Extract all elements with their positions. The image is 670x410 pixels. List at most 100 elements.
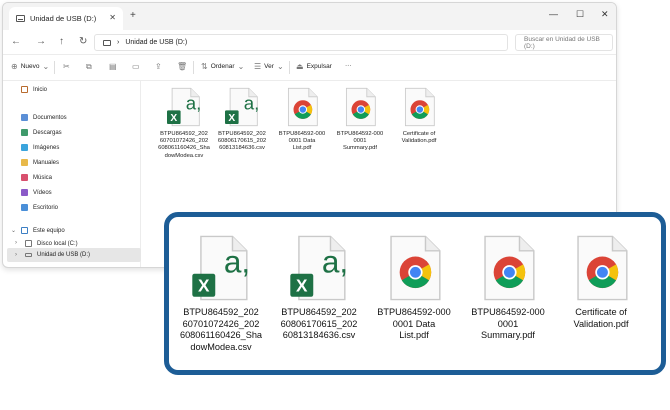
file-item[interactable]: Certificate of Validation.pdf xyxy=(388,87,450,145)
file-name-line: 60701072426_202 xyxy=(159,138,209,145)
file-item[interactable]: a, X BTPU864592_202 60701072426_202 60806116… xyxy=(153,87,215,160)
sidebar-item-label: Música xyxy=(33,174,53,181)
sidebar-item-home[interactable]: Inicio xyxy=(21,86,47,93)
plus-circle-icon: ⊕ xyxy=(11,62,18,71)
share-button[interactable]: ⇪ xyxy=(155,62,162,71)
paste-button[interactable]: ▤ xyxy=(109,62,117,71)
rename-button[interactable]: ▭ xyxy=(132,62,140,71)
sidebar-item-label: Imágenes xyxy=(33,144,60,151)
file-name-line: BTPU864592-000 xyxy=(336,131,384,137)
sidebar-item-documents[interactable]: Documentos xyxy=(21,114,67,121)
file-item[interactable]: a, X BTPU864592_202 60806170615_202 60813184… xyxy=(269,235,369,342)
file-name-line: List.pdf xyxy=(399,330,429,340)
chrome-pdf-icon xyxy=(402,87,436,127)
copy-button[interactable]: ⧉ xyxy=(86,62,92,72)
path-field[interactable]: › Unidad de USB (D:) xyxy=(94,34,508,51)
file-name-line: BTPU864592_202 xyxy=(183,307,259,317)
sidebar-item-this-pc[interactable]: Este equipo xyxy=(21,227,65,234)
view-button[interactable]: ☰ Ver ⌄ xyxy=(254,62,284,71)
drive-icon xyxy=(16,15,25,22)
new-button[interactable]: ⊕ Nuevo ⌄ xyxy=(11,62,49,71)
computer-icon xyxy=(21,227,28,234)
chevron-right-icon[interactable]: › xyxy=(15,240,17,246)
drive-icon xyxy=(25,240,32,247)
file-item[interactable]: BTPU864592-000 0001 Summary.pdf xyxy=(329,87,391,153)
svg-text:a,: a, xyxy=(186,93,201,114)
chrome-pdf-icon xyxy=(571,235,631,301)
maximize-button[interactable]: ☐ xyxy=(576,9,584,20)
more-button[interactable]: ··· xyxy=(345,62,352,69)
close-tab-icon[interactable]: ✕ xyxy=(109,13,116,22)
toolbar-divider xyxy=(289,61,290,74)
navigation-pane: Inicio Documentos Descargas Imágenes Man… xyxy=(3,81,141,267)
file-name-line: List.pdf xyxy=(292,145,312,152)
tab-strip: Unidad de USB (D:) ✕ + — ☐ ✕ xyxy=(3,3,616,30)
sidebar-item-label: Documentos xyxy=(33,114,67,121)
delete-button[interactable]: 🗑 xyxy=(177,62,187,71)
file-name-line: 0001 xyxy=(353,138,367,145)
minimize-button[interactable]: — xyxy=(549,9,558,19)
music-icon xyxy=(21,174,28,181)
rename-icon: ▭ xyxy=(132,62,140,71)
tab-title: Unidad de USB (D:) xyxy=(30,14,97,23)
file-name-line: Certificate of xyxy=(575,307,627,317)
videos-icon xyxy=(21,189,28,196)
file-item[interactable]: a, X BTPU864592_202 60806170615_202 60813184… xyxy=(211,87,273,153)
path-text: Unidad de USB (D:) xyxy=(125,39,188,46)
sidebar-item-music[interactable]: Música xyxy=(21,174,52,181)
chrome-pdf-icon xyxy=(384,235,444,301)
window-close-button[interactable]: ✕ xyxy=(601,9,609,20)
chevron-down-icon[interactable]: ⌄ xyxy=(11,227,16,234)
sidebar-item-usb-drive[interactable]: Unidad de USB (D:) xyxy=(25,252,90,258)
delete-icon: 🗑 xyxy=(177,62,188,71)
new-label: Nuevo xyxy=(20,63,40,70)
desktop-icon xyxy=(21,204,28,211)
documents-icon xyxy=(21,114,28,121)
download-icon xyxy=(21,129,28,136)
file-name-line: Summary.pdf xyxy=(342,145,378,152)
sort-icon: ⇅ xyxy=(201,62,208,71)
file-name-line: BTPU864592-000 xyxy=(471,307,545,317)
file-name-line: BTPU864592_202 xyxy=(281,307,357,317)
file-name-line: Validation.pdf xyxy=(401,138,437,145)
sidebar-item-videos[interactable]: Vídeos xyxy=(21,189,52,196)
sidebar-item-manuals[interactable]: Manuales xyxy=(21,159,59,166)
sidebar-item-label: Unidad de USB (D:) xyxy=(37,252,91,258)
toolbar-divider xyxy=(193,61,194,74)
svg-text:a,: a, xyxy=(322,243,348,279)
sidebar-item-local-disk[interactable]: Disco local (C:) xyxy=(25,240,78,247)
excel-csv-icon: a, X xyxy=(225,87,259,127)
svg-text:a,: a, xyxy=(244,93,259,114)
folder-icon xyxy=(21,159,28,166)
chevron-down-icon: ⌄ xyxy=(276,62,284,71)
chevron-down-icon: ⌄ xyxy=(42,62,50,71)
file-name-line: BTPU864592_202 xyxy=(218,131,266,137)
usb-drive-icon xyxy=(25,253,32,257)
svg-text:X: X xyxy=(228,113,235,124)
sort-button[interactable]: ⇅ Ordenar ⌄ xyxy=(201,62,244,71)
sidebar-item-pictures[interactable]: Imágenes xyxy=(21,144,59,151)
sidebar-item-downloads[interactable]: Descargas xyxy=(21,129,62,136)
file-item[interactable]: BTPU864592-000 0001 Summary.pdf xyxy=(458,235,558,342)
file-name-line: Validation.pdf xyxy=(573,318,629,329)
tab-usb-drive[interactable]: Unidad de USB (D:) ✕ xyxy=(9,7,123,30)
chrome-pdf-icon xyxy=(343,87,377,127)
chevron-right-icon[interactable]: › xyxy=(15,252,17,258)
file-item[interactable]: Certificate of Validation.pdf xyxy=(551,235,651,330)
cut-button[interactable]: ✂ xyxy=(63,62,70,71)
forward-button[interactable]: → xyxy=(36,36,46,47)
file-item[interactable]: a, X BTPU864592_202 60701072426_202 60806116… xyxy=(171,235,271,353)
eject-button[interactable]: ⏏ Expulsar xyxy=(296,62,332,71)
up-button[interactable]: ↑ xyxy=(59,36,64,47)
paste-icon: ▤ xyxy=(109,62,117,71)
sidebar-item-label: Descargas xyxy=(33,129,62,136)
search-input[interactable]: Buscar en Unidad de USB (D:) xyxy=(515,34,613,51)
file-item[interactable]: BTPU864592-000 0001 Data List.pdf xyxy=(364,235,464,342)
add-tab-button[interactable]: + xyxy=(130,10,136,21)
file-item[interactable]: BTPU864592-000 0001 Data List.pdf xyxy=(271,87,333,153)
back-button[interactable]: ← xyxy=(11,36,21,47)
sidebar-item-desktop[interactable]: Escritorio xyxy=(21,204,58,211)
chevron-down-icon: ⌄ xyxy=(237,62,245,71)
refresh-button[interactable]: ↻ xyxy=(79,36,87,47)
file-name-line: 60701072426_202 xyxy=(182,318,260,329)
